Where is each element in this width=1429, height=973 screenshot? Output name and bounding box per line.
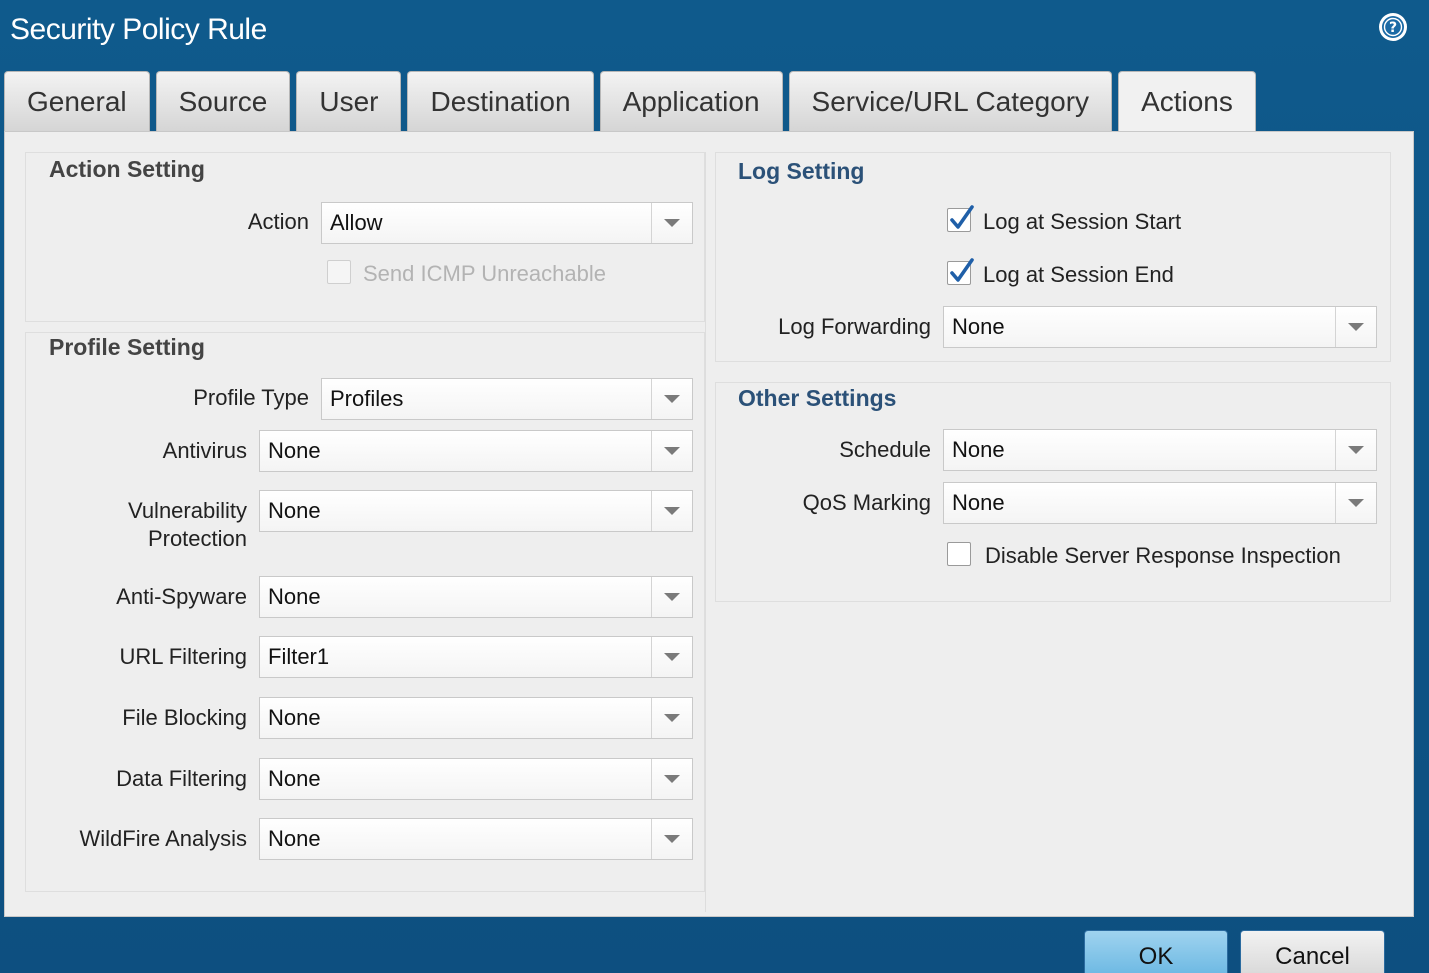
profile-type-select[interactable]: Profiles [321,378,693,420]
security-policy-rule-dialog: Security Policy Rule ? General Source Us… [0,0,1429,973]
profile-setting-title: Profile Setting [49,334,205,360]
chevron-down-icon[interactable] [651,637,692,677]
dialog-title: Security Policy Rule [10,13,267,46]
tab-user[interactable]: User [296,71,402,131]
data-filtering-select[interactable]: None [259,758,693,800]
chevron-down-icon[interactable] [1335,483,1376,523]
vulnerability-value: None [268,498,321,523]
log-session-end-label: Log at Session End [983,262,1174,287]
svg-text:?: ? [1389,20,1397,36]
schedule-label: Schedule [839,437,931,462]
column-divider [705,152,706,912]
data-filtering-value: None [268,766,321,791]
ok-button[interactable]: OK [1084,930,1228,973]
send-icmp-label: Send ICMP Unreachable [363,261,606,286]
chevron-down-icon[interactable] [651,577,692,617]
disable-server-response-inspection-label: Disable Server Response Inspection [985,543,1341,568]
log-forwarding-select[interactable]: None [943,306,1377,348]
vulnerability-protection-select[interactable]: None [259,490,693,532]
file-blocking-value: None [268,705,321,730]
chevron-down-icon[interactable] [651,759,692,799]
url-filtering-label: URL Filtering [119,644,247,669]
help-circle-icon[interactable]: ? [1379,13,1407,41]
log-session-start-label: Log at Session Start [983,209,1182,234]
vulnerability-label-line1: Vulnerability [127,498,247,523]
chevron-down-icon[interactable] [651,431,692,471]
data-filtering-label: Data Filtering [116,766,247,791]
profile-type-label: Profile Type [193,385,309,410]
profile-type-value: Profiles [330,386,404,411]
chevron-down-icon[interactable] [651,698,692,738]
schedule-value: None [952,437,1005,462]
url-filtering-select[interactable]: Filter1 [259,636,693,678]
tab-destination[interactable]: Destination [407,71,594,131]
cancel-button[interactable]: Cancel [1240,930,1385,973]
chevron-down-icon[interactable] [651,203,692,243]
vulnerability-label-line2: Protection [147,526,247,551]
antivirus-select[interactable]: None [259,430,693,472]
tab-general[interactable]: General [4,71,150,131]
tab-application[interactable]: Application [599,71,783,131]
tab-bar: General Source User Destination Applicat… [4,71,1262,133]
chevron-down-icon[interactable] [1335,430,1376,470]
chevron-down-icon[interactable] [651,379,692,419]
antispyware-select[interactable]: None [259,576,693,618]
qos-marking-value: None [952,490,1005,515]
log-forwarding-value: None [952,314,1005,339]
action-select[interactable]: Allow [321,202,693,244]
action-setting-title: Action Setting [49,156,205,182]
schedule-select[interactable]: None [943,429,1377,471]
log-setting-title: Log Setting [738,158,865,184]
wildfire-analysis-select[interactable]: None [259,818,693,860]
wildfire-label: WildFire Analysis [79,826,247,851]
tab-actions[interactable]: Actions [1118,71,1256,133]
action-label: Action [247,209,309,234]
antispyware-value: None [268,584,321,609]
action-value: Allow [330,210,383,235]
url-filtering-value: Filter1 [268,644,330,669]
log-session-end-checkbox[interactable] [947,258,974,285]
wildfire-value: None [268,826,321,851]
tab-source[interactable]: Source [155,71,291,131]
log-forwarding-label: Log Forwarding [778,314,931,339]
file-blocking-select[interactable]: None [259,697,693,739]
disable-server-response-inspection-checkbox[interactable] [947,542,971,566]
log-session-start-checkbox[interactable] [947,205,974,232]
file-blocking-label: File Blocking [122,705,247,730]
chevron-down-icon[interactable] [651,491,692,531]
antispyware-label: Anti-Spyware [116,584,247,609]
antivirus-label: Antivirus [162,438,247,463]
qos-marking-label: QoS Marking [802,490,931,515]
vulnerability-label: Vulnerability Protection [65,497,247,553]
send-icmp-checkbox[interactable] [327,260,351,284]
actions-tab-panel: Action Setting Action Allow Send ICMP Un… [4,131,1414,917]
antivirus-value: None [268,438,321,463]
chevron-down-icon[interactable] [1335,307,1376,347]
tab-service-url-category[interactable]: Service/URL Category [788,71,1113,131]
chevron-down-icon[interactable] [651,819,692,859]
other-settings-title: Other Settings [738,385,897,411]
qos-marking-select[interactable]: None [943,482,1377,524]
